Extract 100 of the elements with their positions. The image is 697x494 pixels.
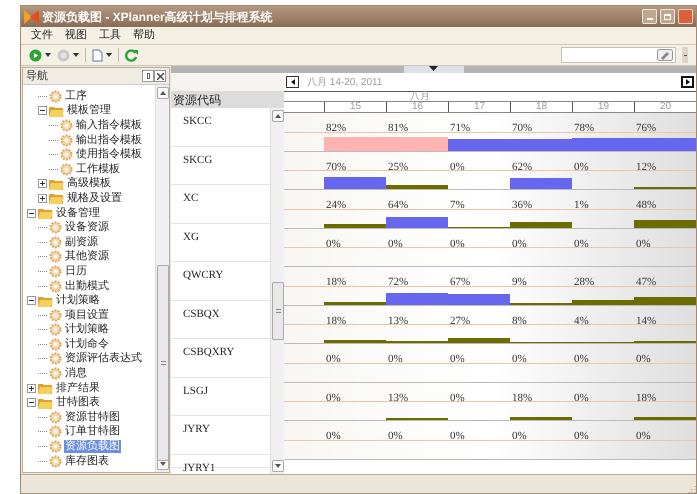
collapse-toggle[interactable] (27, 208, 36, 218)
load-percent: 0% (450, 238, 465, 250)
gear-icon (49, 338, 62, 351)
day-header: 20 (634, 102, 696, 112)
scrollbar[interactable] (270, 108, 284, 474)
month-label: 八月 (410, 92, 430, 101)
right-arrow-icon[interactable] (686, 79, 690, 85)
tree-item[interactable]: 订单甘特图 (64, 425, 121, 438)
menu-item[interactable]: 帮助 (133, 27, 155, 44)
panel-title: 导航 (26, 68, 48, 84)
scroll-up-icon[interactable] (275, 114, 281, 118)
tree-item[interactable]: 排产结果 (55, 382, 101, 395)
load-bar (324, 136, 386, 150)
load-percent: 12% (636, 160, 656, 172)
resource-code: SKCC (183, 115, 212, 127)
menu-item[interactable]: 工具 (99, 27, 121, 44)
tree-item[interactable]: 工序 (64, 90, 88, 103)
load-percent: 14% (636, 314, 656, 326)
load-percent: 7% (450, 199, 465, 211)
load-percent: 25% (388, 160, 408, 172)
tree-item[interactable]: 消息 (64, 367, 88, 380)
expand-toggle[interactable] (27, 384, 36, 393)
load-percent: 0% (574, 430, 589, 442)
load-percent: 18% (326, 276, 346, 288)
load-percent: 0% (326, 353, 341, 365)
load-percent: 81% (388, 122, 408, 134)
tree-item[interactable]: 高级模板 (66, 177, 112, 190)
tree-item[interactable]: 设备管理 (55, 206, 101, 220)
tree-item[interactable]: 副资源 (64, 236, 99, 249)
gear-icon (49, 440, 62, 454)
menu-item[interactable]: 文件 (31, 27, 53, 44)
load-percent: 0% (574, 392, 589, 404)
resource-code: QWCRY (183, 269, 224, 281)
gear-icon (49, 425, 62, 438)
load-percent: 0% (636, 430, 651, 442)
load-percent: 71% (450, 122, 470, 134)
expand-toggle[interactable] (38, 179, 47, 188)
caret-icon[interactable] (45, 53, 51, 57)
load-percent: 0% (512, 353, 527, 365)
caret-icon[interactable] (106, 53, 112, 57)
gear-icon (49, 308, 62, 322)
tree-item[interactable]: 规格及设置 (66, 192, 123, 205)
load-percent: 47% (636, 276, 656, 288)
tree-item[interactable]: 设备资源 (64, 221, 110, 234)
scroll-up-icon[interactable] (160, 91, 166, 95)
toolbar-overflow-icon[interactable] (682, 47, 688, 63)
tree-item[interactable]: 其他资源 (64, 250, 110, 264)
tree-item[interactable]: 出勤模式 (64, 280, 110, 293)
tree-item[interactable]: 输出指令模板 (75, 134, 143, 147)
gear-icon (49, 410, 62, 424)
tree-item[interactable]: 资源甘特图 (64, 410, 121, 424)
tree-item[interactable]: 输入指令模板 (75, 118, 143, 132)
gear-icon (49, 264, 62, 278)
load-percent: 76% (636, 122, 656, 134)
gear-icon (49, 236, 62, 249)
tree-item[interactable]: 模板管理 (66, 104, 112, 118)
resource-code: SKCG (183, 154, 212, 166)
tree-item[interactable]: 计划策略 (64, 323, 110, 336)
expand-toggle[interactable] (38, 194, 47, 203)
tree-item[interactable]: 计划策略 (55, 294, 101, 308)
resource-code: JYRY (183, 423, 210, 435)
tree-item[interactable]: 项目设置 (64, 308, 110, 322)
tree-item[interactable]: 库存图表 (64, 454, 110, 468)
load-percent: 27% (450, 314, 470, 326)
resource-code: JYRY1 (183, 462, 216, 474)
next-button[interactable] (681, 76, 694, 88)
eraser-icon[interactable] (657, 49, 673, 61)
load-percent: 13% (388, 392, 408, 404)
caret-icon[interactable] (73, 53, 79, 57)
collapse-toggle[interactable] (27, 398, 36, 408)
menu-item[interactable]: 视图 (65, 27, 87, 44)
document-icon[interactable] (92, 48, 103, 62)
tree-item[interactable]: 甘特图表 (55, 396, 101, 410)
resize-grip-icon[interactable] (688, 485, 696, 493)
gear-icon (49, 90, 62, 103)
folder-icon (38, 207, 53, 220)
previous-button[interactable] (286, 76, 299, 88)
left-arrow-icon[interactable] (290, 79, 294, 85)
folder-icon (38, 396, 53, 409)
tree-item[interactable]: 资源评估表达式 (64, 352, 143, 366)
gear-icon (60, 118, 73, 132)
gear-icon (49, 250, 62, 264)
date-range: 八月 14-20, 2011 (307, 76, 382, 90)
pin-button[interactable] (142, 70, 154, 82)
gear-icon (60, 162, 73, 176)
collapse-toggle[interactable] (27, 296, 36, 306)
refresh-icon[interactable] (125, 48, 138, 62)
scrollbar[interactable] (155, 85, 169, 472)
load-percent: 0% (326, 238, 341, 250)
search-field[interactable] (561, 47, 676, 63)
tree-item[interactable]: 日历 (64, 264, 88, 278)
load-bar (510, 178, 572, 189)
tree-item[interactable]: 工作模板 (75, 162, 121, 176)
tree-item[interactable]: 计划命令 (64, 338, 110, 351)
close-button[interactable] (154, 70, 166, 82)
resource-code: CSBQX (183, 308, 220, 320)
app-logo-icon (24, 10, 39, 24)
scroll-down-icon[interactable] (275, 464, 281, 468)
tree-item[interactable]: 使用指令模板 (75, 148, 143, 162)
collapse-toggle[interactable] (38, 106, 47, 116)
